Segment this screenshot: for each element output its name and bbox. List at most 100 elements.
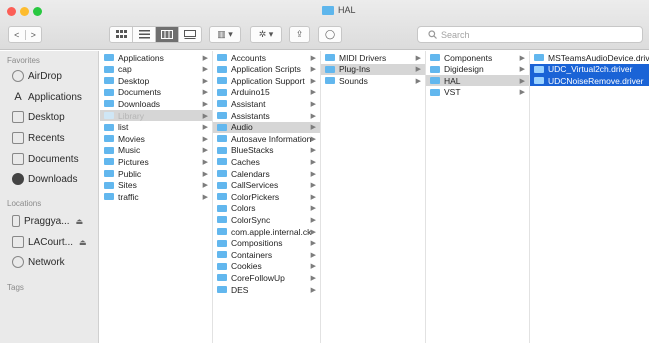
list-item[interactable]: Digidesign ▶ bbox=[426, 64, 529, 75]
list-view-button[interactable] bbox=[132, 27, 155, 42]
minimize-button[interactable] bbox=[20, 7, 29, 16]
chevron-right-icon: ▶ bbox=[310, 240, 316, 248]
chevron-right-icon: ▶ bbox=[310, 89, 316, 97]
sidebar-item-lacourt[interactable]: LACourt... ⏏ bbox=[12, 236, 87, 248]
eject-icon[interactable]: ⏏ bbox=[76, 217, 84, 226]
list-item[interactable]: MSTeamsAudioDevice.driver bbox=[530, 52, 649, 63]
list-item[interactable]: UDCNoiseRemove.driver bbox=[530, 75, 649, 87]
sidebar-item-documents[interactable]: Documents bbox=[12, 153, 79, 165]
list-item[interactable]: VST ▶ bbox=[426, 87, 529, 98]
column-plugins[interactable]: Components ▶ Digidesign ▶ HAL ▶ VST ▶ bbox=[426, 51, 530, 343]
list-item[interactable]: Applications ▶ bbox=[100, 52, 212, 63]
list-item-label: HAL bbox=[444, 75, 461, 86]
list-item[interactable]: Caches ▶ bbox=[213, 156, 320, 167]
list-item[interactable]: UDC_Virtual2ch.driver bbox=[530, 63, 649, 75]
list-item[interactable]: Arduino15 ▶ bbox=[213, 87, 320, 98]
list-item[interactable]: Colors ▶ bbox=[213, 203, 320, 214]
list-item[interactable]: Public ▶ bbox=[100, 168, 212, 179]
list-item[interactable]: MIDI Drivers ▶ bbox=[321, 52, 425, 63]
column-view-button[interactable] bbox=[155, 27, 178, 42]
list-item[interactable]: Audio ▶ bbox=[213, 121, 320, 133]
list-item[interactable]: Application Support ▶ bbox=[213, 75, 320, 86]
list-item[interactable]: Assistant ▶ bbox=[213, 98, 320, 109]
list-item[interactable]: Sounds ▶ bbox=[321, 75, 425, 86]
chevron-right-icon: ▶ bbox=[415, 54, 421, 62]
list-item[interactable]: DES ▶ bbox=[213, 284, 320, 295]
list-item[interactable]: Sites ▶ bbox=[100, 180, 212, 191]
list-item[interactable]: list ▶ bbox=[100, 122, 212, 133]
column-audio[interactable]: MIDI Drivers ▶ Plug-Ins ▶ Sounds ▶ bbox=[321, 51, 426, 343]
icon-view-button[interactable] bbox=[110, 27, 132, 42]
sidebar-item-recents[interactable]: Recents bbox=[12, 132, 65, 144]
chevron-right-icon: ▶ bbox=[310, 124, 316, 132]
list-item[interactable]: CoreFollowUp ▶ bbox=[213, 272, 320, 283]
folder-icon bbox=[104, 88, 114, 96]
column-library[interactable]: Accounts ▶ Application Scripts ▶ Application… bbox=[213, 51, 321, 343]
search-icon bbox=[428, 30, 437, 39]
chevron-right-icon: ▶ bbox=[202, 158, 208, 166]
chevron-right-icon: ▶ bbox=[310, 263, 316, 271]
list-item[interactable]: Documents ▶ bbox=[100, 87, 212, 98]
list-item[interactable]: Calendars ▶ bbox=[213, 168, 320, 179]
chevron-right-icon: ▶ bbox=[519, 77, 525, 85]
list-item[interactable]: Components ▶ bbox=[426, 52, 529, 63]
chevron-right-icon: ▶ bbox=[202, 193, 208, 201]
list-item[interactable]: Autosave Information ▶ bbox=[213, 133, 320, 144]
list-item-label: list bbox=[118, 122, 129, 133]
zoom-button[interactable] bbox=[33, 7, 42, 16]
chevron-right-icon: ▶ bbox=[202, 89, 208, 97]
sidebar-item-desktop[interactable]: Desktop bbox=[12, 111, 65, 123]
folder-icon bbox=[217, 251, 227, 259]
list-item[interactable]: ColorSync ▶ bbox=[213, 214, 320, 225]
list-item[interactable]: ColorPickers ▶ bbox=[213, 191, 320, 202]
eject-icon[interactable]: ⏏ bbox=[79, 238, 87, 247]
list-item[interactable]: CallServices ▶ bbox=[213, 180, 320, 191]
list-item[interactable]: Desktop ▶ bbox=[100, 75, 212, 86]
list-item-label: Application Scripts bbox=[231, 64, 301, 75]
gallery-view-button[interactable] bbox=[178, 27, 201, 42]
list-item[interactable]: HAL ▶ bbox=[426, 75, 529, 87]
list-item[interactable]: Accounts ▶ bbox=[213, 52, 320, 63]
list-item[interactable]: Downloads ▶ bbox=[100, 98, 212, 109]
gallery-view-icon bbox=[184, 30, 196, 39]
folder-icon bbox=[217, 170, 227, 177]
list-item[interactable]: traffic ▶ bbox=[100, 191, 212, 202]
network-icon bbox=[12, 256, 24, 268]
list-item-label: Containers bbox=[231, 249, 273, 260]
list-item[interactable]: Application Scripts ▶ bbox=[213, 64, 320, 75]
list-item[interactable]: Containers ▶ bbox=[213, 249, 320, 260]
list-item[interactable]: cap ▶ bbox=[100, 64, 212, 75]
column-home[interactable]: Applications ▶ cap ▶ Desktop ▶ Documents ▶ Downl… bbox=[100, 51, 213, 343]
sidebar-item-airdrop[interactable]: AirDrop bbox=[12, 70, 62, 82]
list-item-label: Public bbox=[118, 168, 142, 179]
group-button[interactable]: ▥ ▾ bbox=[209, 26, 241, 43]
window-controls bbox=[7, 7, 42, 16]
folder-icon bbox=[217, 158, 227, 166]
forward-button[interactable]: > bbox=[24, 29, 42, 40]
back-button[interactable]: < bbox=[9, 30, 25, 40]
sidebar-item-praggya[interactable]: Praggya... ⏏ bbox=[12, 215, 83, 227]
list-item[interactable]: Library ▶ bbox=[100, 110, 212, 121]
list-item[interactable]: Pictures ▶ bbox=[100, 156, 212, 167]
folder-icon bbox=[534, 65, 544, 73]
list-item[interactable]: Plug-Ins ▶ bbox=[321, 63, 425, 75]
chevron-right-icon: ▶ bbox=[202, 54, 208, 62]
share-button[interactable]: ⇪ bbox=[289, 26, 310, 43]
action-button[interactable]: ✲ ▾ bbox=[250, 26, 282, 43]
list-item[interactable]: Cookies ▶ bbox=[213, 261, 320, 272]
list-item[interactable]: Movies ▶ bbox=[100, 133, 212, 144]
list-item[interactable]: BlueStacks ▶ bbox=[213, 145, 320, 156]
list-item[interactable]: Music ▶ bbox=[100, 145, 212, 156]
sidebar-item-downloads[interactable]: Downloads bbox=[12, 173, 77, 185]
close-button[interactable] bbox=[7, 7, 16, 16]
sidebar-item-network[interactable]: Network bbox=[12, 256, 65, 268]
list-item[interactable]: Assistants ▶ bbox=[213, 110, 320, 121]
list-item-label: Library bbox=[118, 110, 144, 121]
list-item[interactable]: Compositions ▶ bbox=[213, 238, 320, 249]
list-item[interactable]: com.apple.internal.ck ▶ bbox=[213, 226, 320, 237]
tag-button[interactable]: ◯ bbox=[318, 26, 342, 43]
sidebar-item-applications[interactable]: A Applications bbox=[12, 91, 82, 103]
column-hal[interactable]: MSTeamsAudioDevice.driver UDC_Virtual2ch.… bbox=[530, 51, 649, 343]
search-field[interactable]: Search bbox=[417, 26, 643, 43]
tags-heading: Tags bbox=[7, 283, 24, 292]
